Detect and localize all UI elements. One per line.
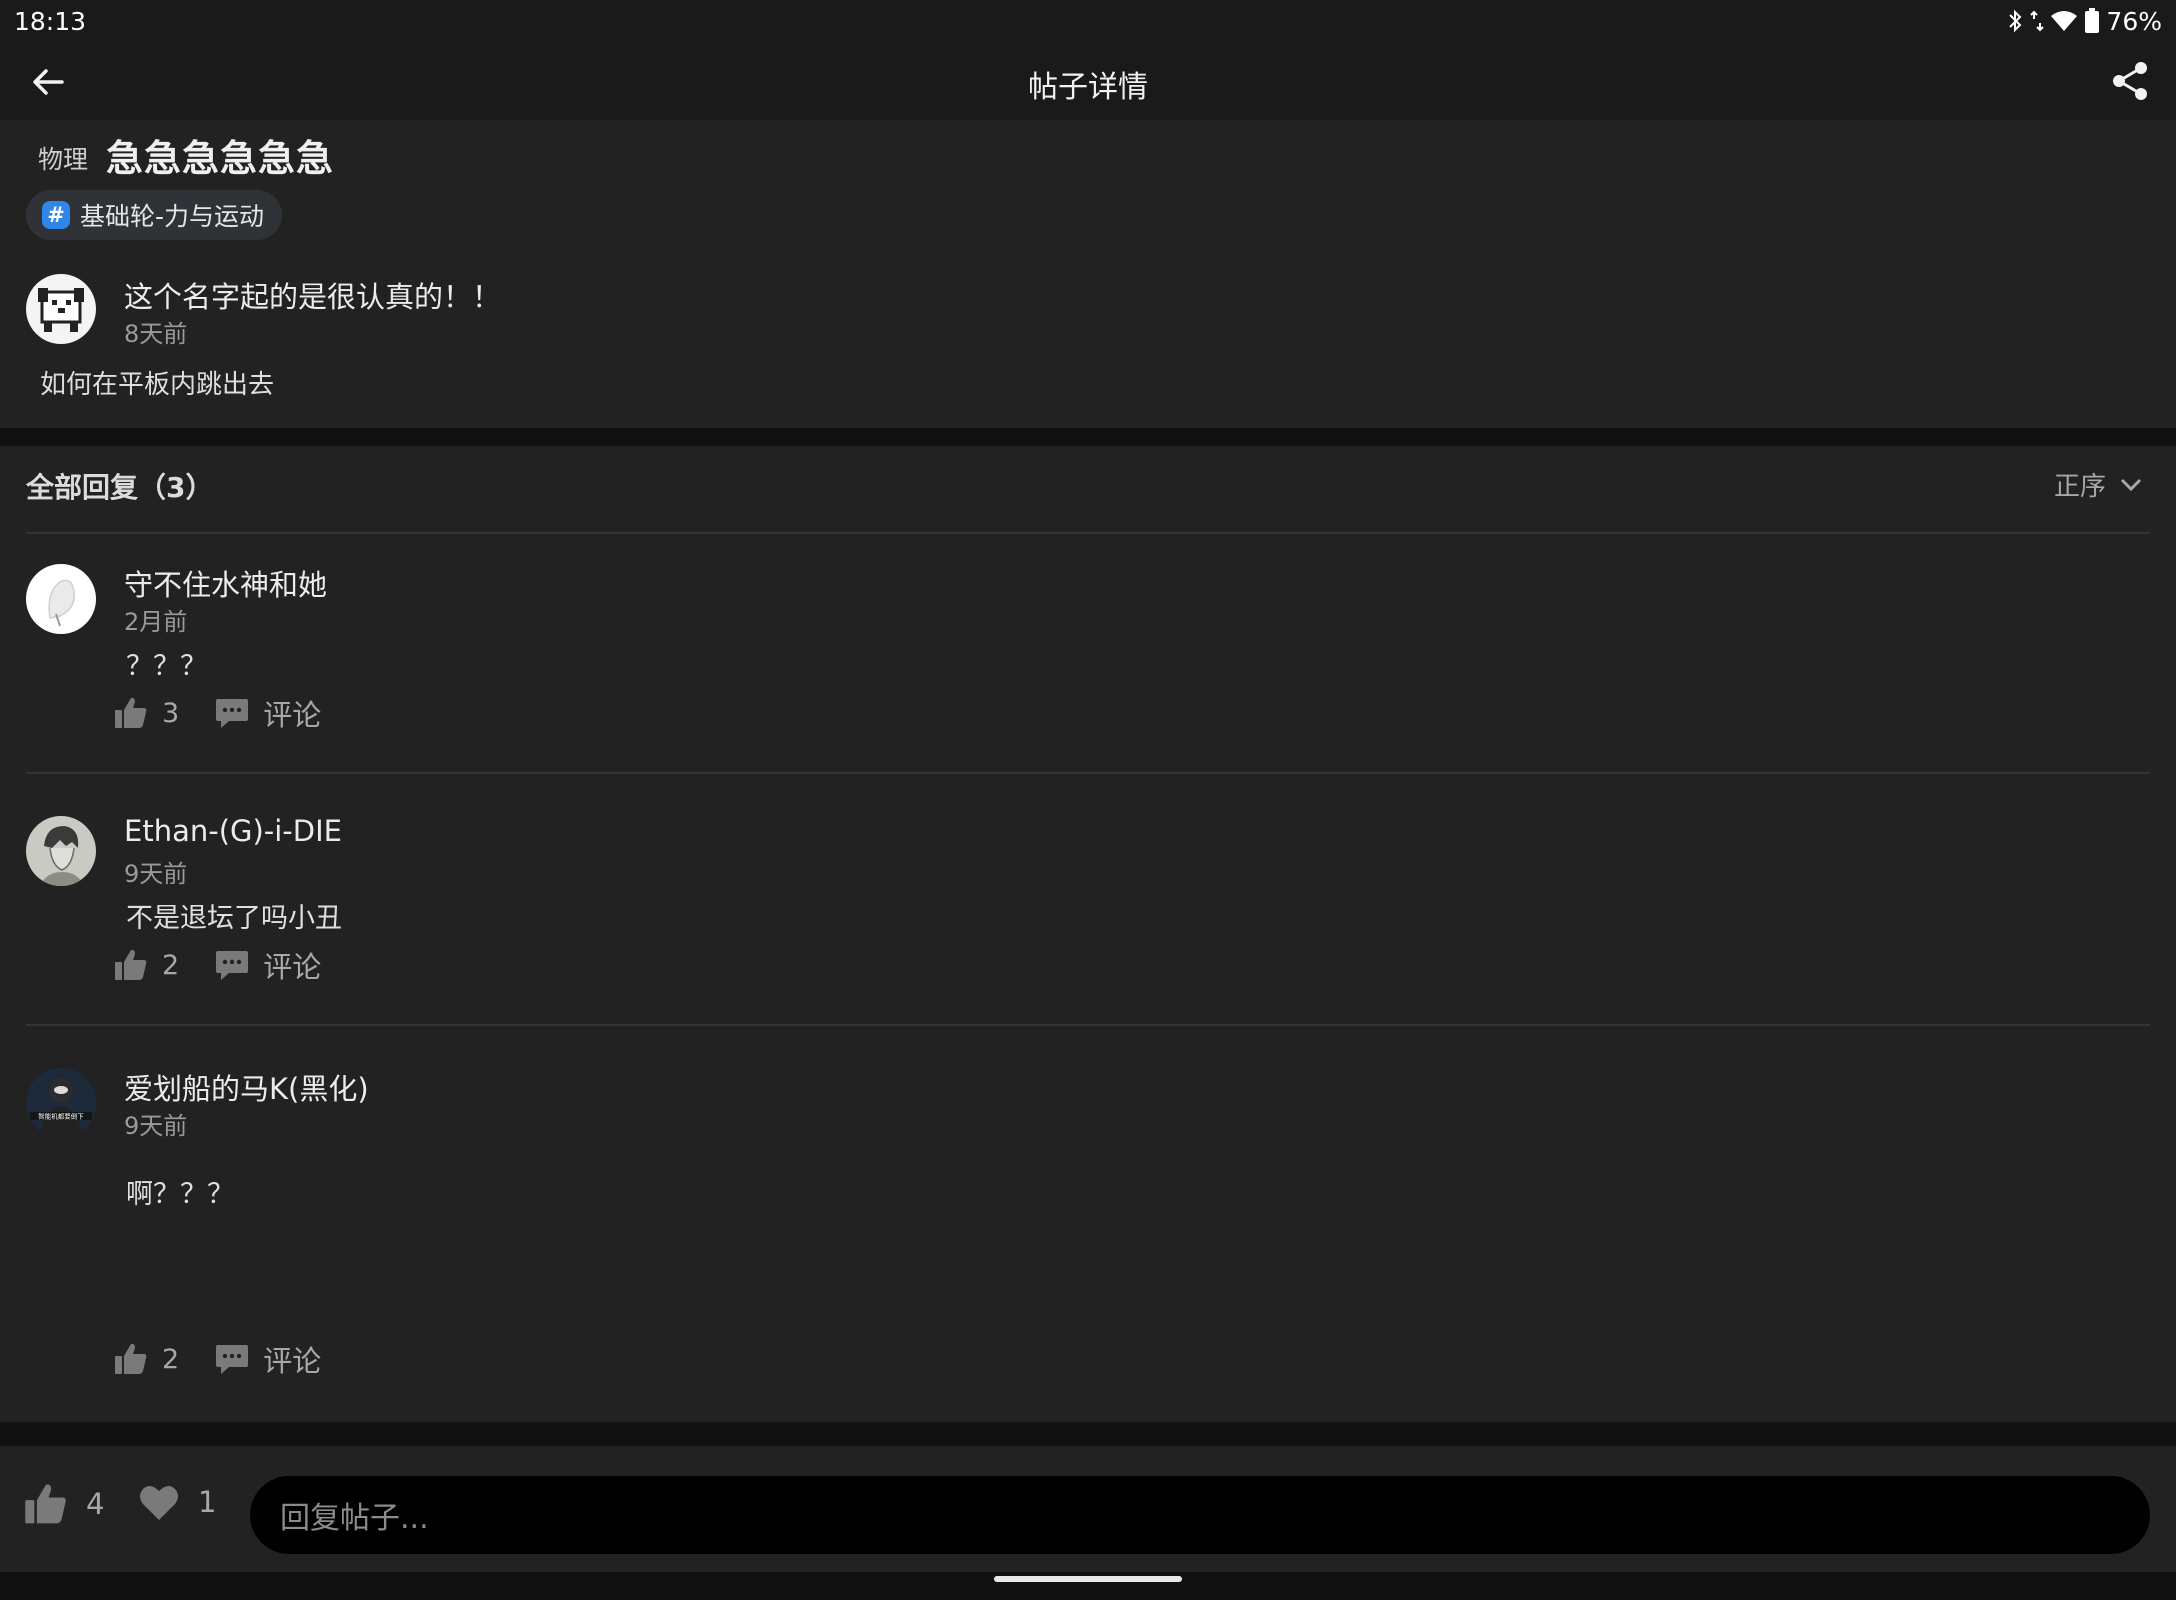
post-time: 8天前 — [124, 320, 188, 348]
topic-label: 基础轮-力与运动 — [80, 202, 265, 231]
reply-author-name[interactable]: Ethan-(G)-i-DIE — [124, 814, 342, 848]
reply-content: ？？？ — [126, 651, 207, 682]
divider — [26, 532, 2150, 534]
divider — [26, 772, 2150, 774]
avatar-caption: 智能机都要倒下 — [38, 1112, 84, 1121]
comment-label: 评论 — [263, 1344, 322, 1378]
comment-button[interactable]: 评论 — [215, 1338, 321, 1380]
app-bar: 帖子详情 — [0, 42, 2176, 120]
reply-time: 9天前 — [124, 860, 188, 888]
page-title: 帖子详情 — [1028, 70, 1148, 105]
like-count: 2 — [162, 949, 180, 981]
wifi-icon — [2051, 11, 2078, 31]
reply-input[interactable]: 回复帖子... — [250, 1476, 2150, 1554]
post-like-button[interactable]: 4 — [24, 1482, 104, 1526]
reply-avatar[interactable] — [26, 816, 96, 886]
gesture-nav-handle[interactable] — [994, 1576, 1182, 1582]
heart-icon — [140, 1485, 178, 1520]
thumbs-up-icon — [25, 1484, 66, 1524]
share-icon[interactable] — [2110, 60, 2150, 102]
like-button[interactable]: 3 — [114, 696, 179, 730]
reply-author-name[interactable]: 爱划船的马K(黑化) — [124, 1066, 369, 1108]
post-card: 物理 急急急急急急 # 基础轮-力与运动 这个名字起的是很认真的！！ 8天前 如… — [0, 120, 2176, 428]
replies-section: 全部回复（3） 正序 守不住水神和她 2月前 ？？？ 3 评论 Ethan-(G… — [0, 446, 2176, 1422]
dog-avatar-icon — [26, 274, 96, 344]
like-button[interactable]: 2 — [114, 948, 179, 982]
thumbs-up-icon — [115, 949, 147, 980]
like-count: 2 — [162, 1343, 180, 1375]
post-favorite-count: 1 — [198, 1485, 217, 1519]
reply-time: 2月前 — [124, 608, 188, 636]
dark-figure-avatar-icon: 智能机都要倒下 — [26, 1068, 96, 1138]
battery-percent: 76% — [2106, 6, 2162, 36]
subject-label: 物理 — [38, 145, 89, 174]
bottom-bar: 4 1 回复帖子... — [0, 1446, 2176, 1572]
bluetooth-icon — [2009, 9, 2022, 33]
comment-button[interactable]: 评论 — [215, 944, 321, 986]
comment-label: 评论 — [263, 950, 322, 984]
reply-actions: 2 评论 — [114, 1338, 321, 1380]
post-like-count: 4 — [86, 1487, 105, 1521]
ghost-avatar-icon — [26, 564, 96, 634]
replies-header: 全部回复（3） 正序 — [0, 446, 2176, 534]
post-favorite-button[interactable]: 1 — [138, 1482, 216, 1522]
reply-content: 不是退坛了吗小丑 — [126, 903, 342, 934]
reply-content: 啊？？？ — [126, 1179, 234, 1210]
reply-actions: 2 评论 — [114, 944, 321, 986]
status-time: 18:13 — [14, 6, 87, 36]
data-arrows-icon — [2030, 10, 2045, 32]
reply-avatar[interactable] — [26, 564, 96, 634]
comment-bubble-icon — [216, 699, 249, 728]
reply-author-name[interactable]: 守不住水神和她 — [124, 562, 327, 604]
reply-avatar[interactable]: 智能机都要倒下 — [26, 1068, 96, 1138]
sort-label: 正序 — [2053, 472, 2106, 502]
hashtag-icon: # — [42, 201, 70, 229]
post-title: 急急急急急急 — [106, 137, 334, 180]
comment-bubble-icon — [216, 1345, 249, 1374]
reply-time: 9天前 — [124, 1112, 188, 1140]
comment-bubble-icon — [216, 951, 249, 980]
author-avatar[interactable] — [26, 274, 96, 344]
thumbs-up-icon — [115, 697, 147, 728]
thumbs-up-icon — [115, 1343, 147, 1374]
status-icons: 76% — [2006, 7, 2162, 36]
post-body: 如何在平板内跳出去 — [40, 370, 275, 400]
sort-dropdown[interactable]: 正序 — [2054, 466, 2142, 503]
reply-actions: 3 评论 — [114, 692, 321, 734]
comment-label: 评论 — [263, 698, 322, 732]
chevron-down-icon — [2120, 478, 2142, 491]
battery-icon — [2085, 8, 2100, 33]
comment-button[interactable]: 评论 — [215, 692, 321, 734]
status-bar: 18:13 76% — [0, 0, 2176, 42]
like-button[interactable]: 2 — [114, 1342, 179, 1376]
topic-chip[interactable]: # 基础轮-力与运动 — [26, 190, 283, 240]
replies-count-label: 全部回复（3） — [26, 471, 214, 504]
like-count: 3 — [162, 697, 180, 729]
sketch-portrait-avatar-icon — [26, 816, 96, 886]
divider — [26, 1024, 2150, 1026]
author-name[interactable]: 这个名字起的是很认真的！！ — [124, 274, 501, 316]
